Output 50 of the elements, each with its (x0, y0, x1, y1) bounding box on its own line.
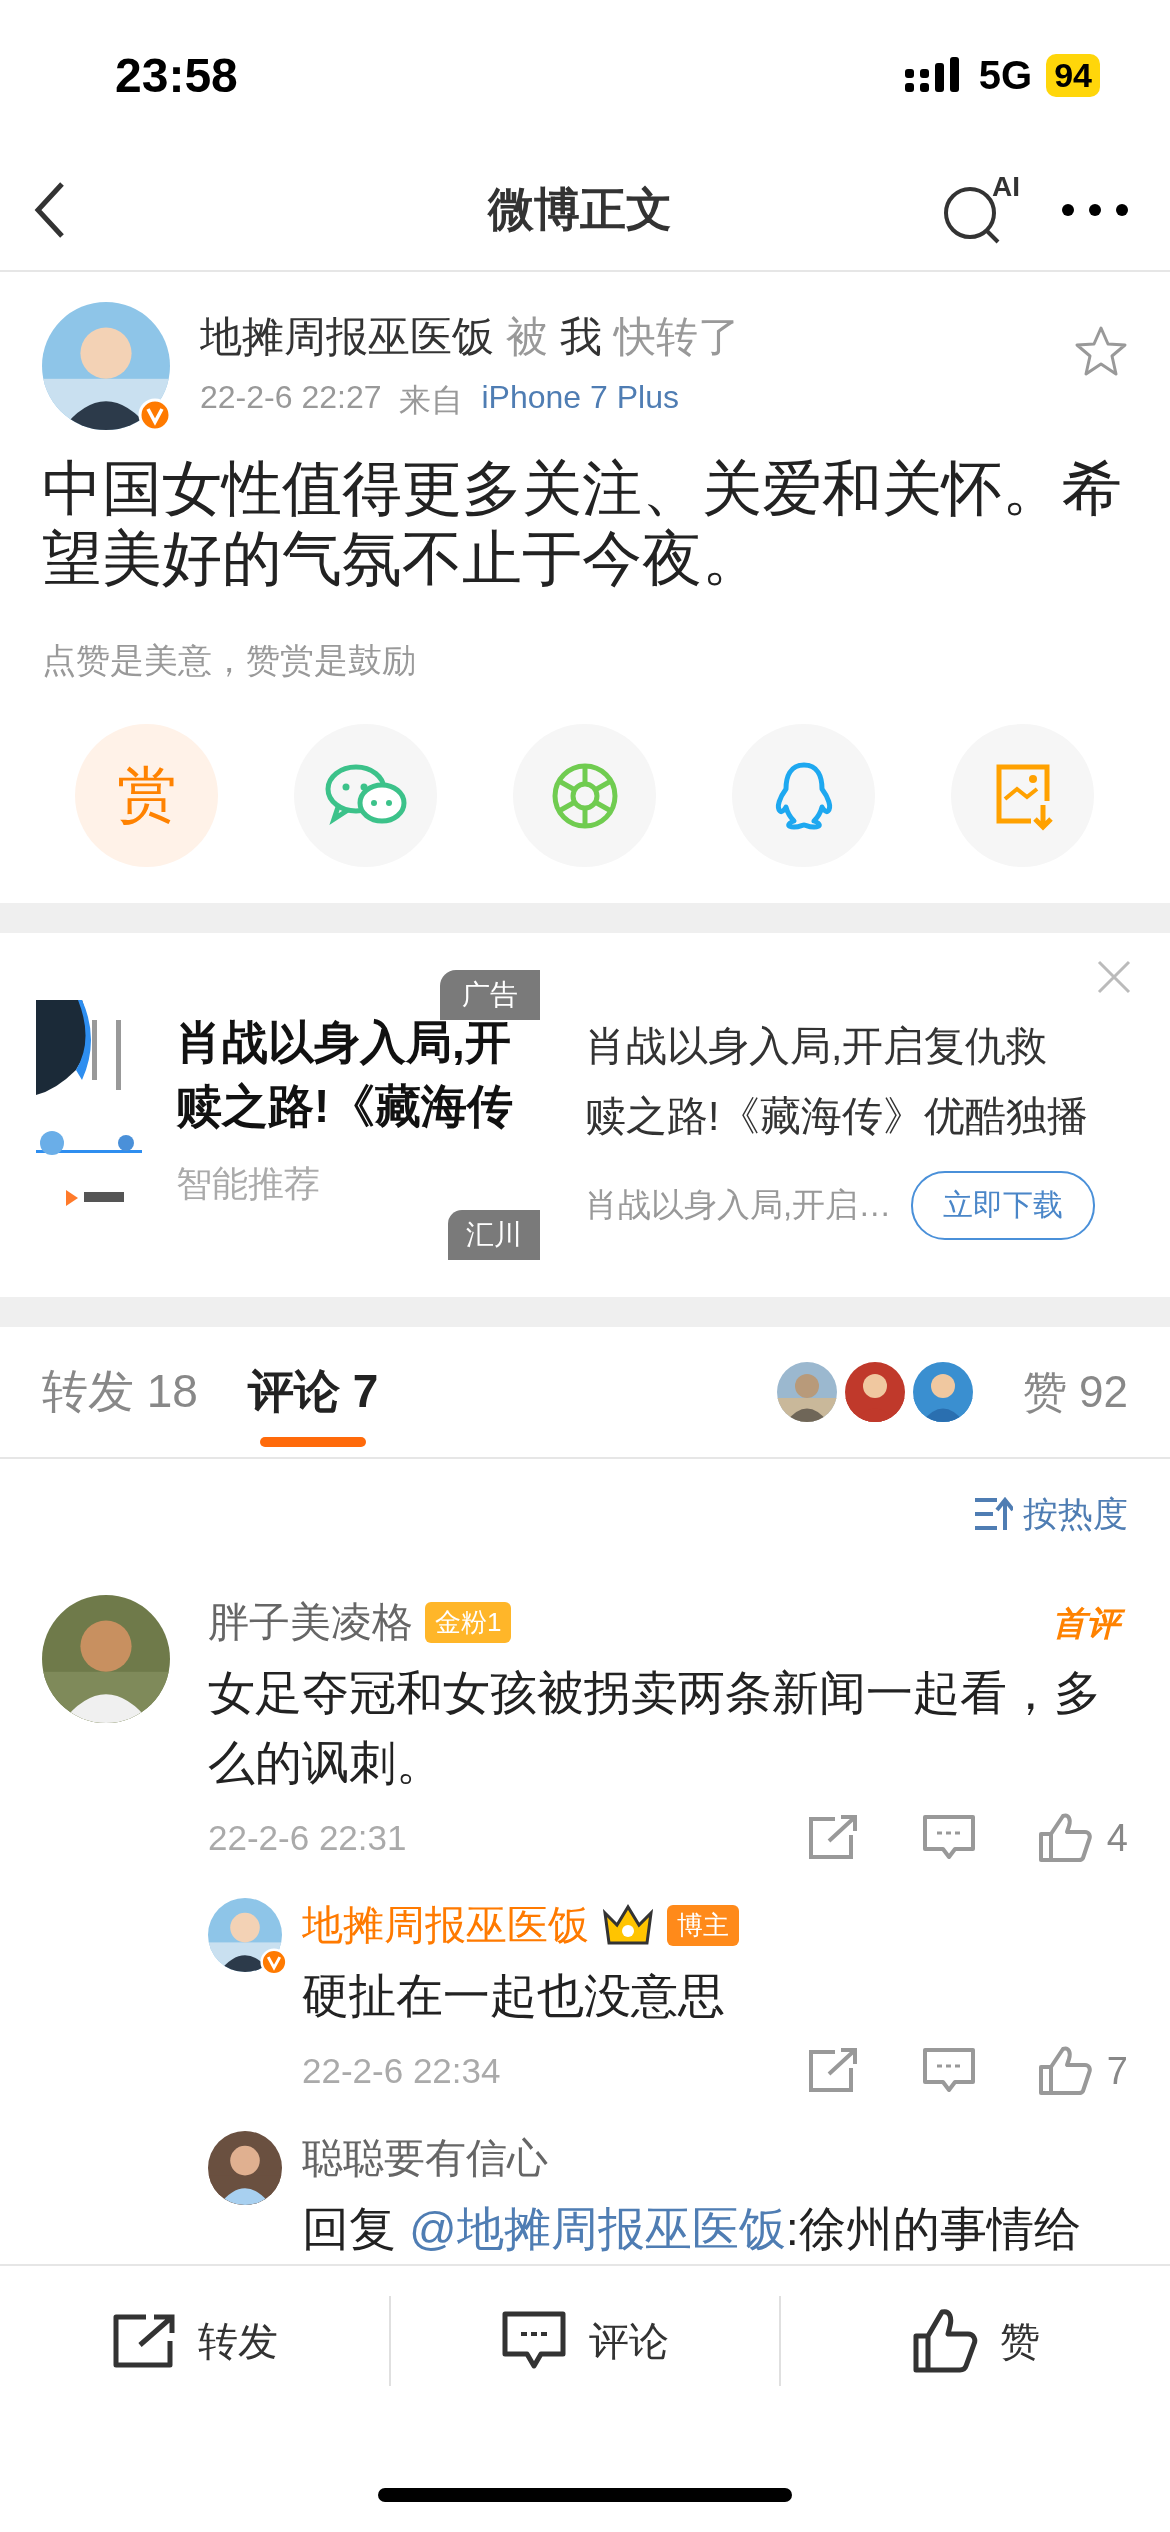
download-button[interactable]: 立即下载 (911, 1170, 1096, 1240)
battery-level: 94 (1046, 53, 1100, 97)
author-name[interactable]: 地摊周报巫医饭 (200, 309, 494, 365)
ad-image-headline: 赎之路!《藏海传 (176, 1079, 514, 1134)
aperture-icon (550, 761, 619, 830)
reward-hint: 点赞是美意，赞赏是鼓励 (42, 640, 417, 681)
commenter-name[interactable]: 聪聪要有信心 (302, 2131, 548, 2186)
ad-source-label: 汇川 (448, 1210, 540, 1260)
thumbs-up-icon (911, 2308, 978, 2374)
repost-note: 被 (506, 312, 548, 362)
comment-text: 回复 @地摊周报巫医饭:徐州的事情给 (302, 2201, 1082, 2257)
sort-icon[interactable] (973, 1496, 1013, 1532)
commenter-name[interactable]: 胖子美凌格 (208, 1595, 413, 1650)
network-label: 5G (978, 52, 1033, 98)
page-title: 微博正文 (488, 182, 672, 237)
thumbs-up-icon (1036, 1812, 1093, 1864)
mention-link[interactable]: @地摊周报巫医饭 (409, 2202, 786, 2255)
source-label: 来自 (399, 381, 464, 420)
comment-time: 22-2-6 22:31 (208, 1818, 407, 1858)
like-button[interactable]: 7 (1036, 2045, 1128, 2097)
author-badge: 博主 (667, 1905, 739, 1946)
comment-button[interactable]: 评论 (388, 2296, 780, 2386)
repost-button[interactable]: 转发 (0, 2296, 389, 2386)
comment-text: 女足夺冠和女孩被拐卖两条新闻一起看，多么的讽刺。 (208, 1665, 1102, 1791)
ad-title[interactable]: 肖战以身入局,开启复仇救 (585, 1010, 1130, 1081)
comment-icon (501, 2310, 567, 2372)
first-comment-label: 首评 (1048, 1598, 1128, 1647)
reposter-name[interactable]: 我 (560, 309, 602, 365)
ad-image-caption: 智能推荐 (176, 1162, 321, 1206)
fan-badge: 金粉1 (425, 1602, 512, 1643)
comments-tab[interactable]: 评论 7 (247, 1327, 379, 1457)
star-icon[interactable] (1074, 325, 1128, 377)
status-time: 23:58 (115, 47, 238, 103)
like-count: 赞 92 (1022, 1365, 1128, 1418)
ai-search-button[interactable]: AI (940, 175, 1020, 245)
ad-label: 广告 (440, 970, 540, 1020)
sort-button[interactable]: 按热度 (1023, 1490, 1128, 1538)
source-link[interactable]: iPhone 7 Plus (481, 379, 679, 423)
like-button[interactable]: 4 (1036, 1812, 1128, 1864)
ad-title[interactable]: 赎之路!《藏海传》优酷独播 (585, 1080, 1130, 1151)
reposts-tab[interactable]: 转发 18 (42, 1327, 198, 1457)
post-time: 22-2-6 22:27 (200, 379, 382, 417)
comment-time: 22-2-6 22:34 (302, 2051, 501, 2091)
post-text: 中国女性值得更多关注、关爱和关怀。希望美好的气氛不止于今夜。 (42, 454, 1123, 594)
ad-subtitle: 肖战以身入局,开启… (585, 1184, 892, 1225)
thumbs-up-icon (1036, 2045, 1093, 2097)
comment-text: 硬扯在一起也没意思 (302, 1968, 726, 2024)
like-button[interactable]: 赞 (779, 2296, 1170, 2386)
repost-note: 快转了 (614, 312, 740, 362)
close-icon[interactable] (1096, 959, 1132, 995)
